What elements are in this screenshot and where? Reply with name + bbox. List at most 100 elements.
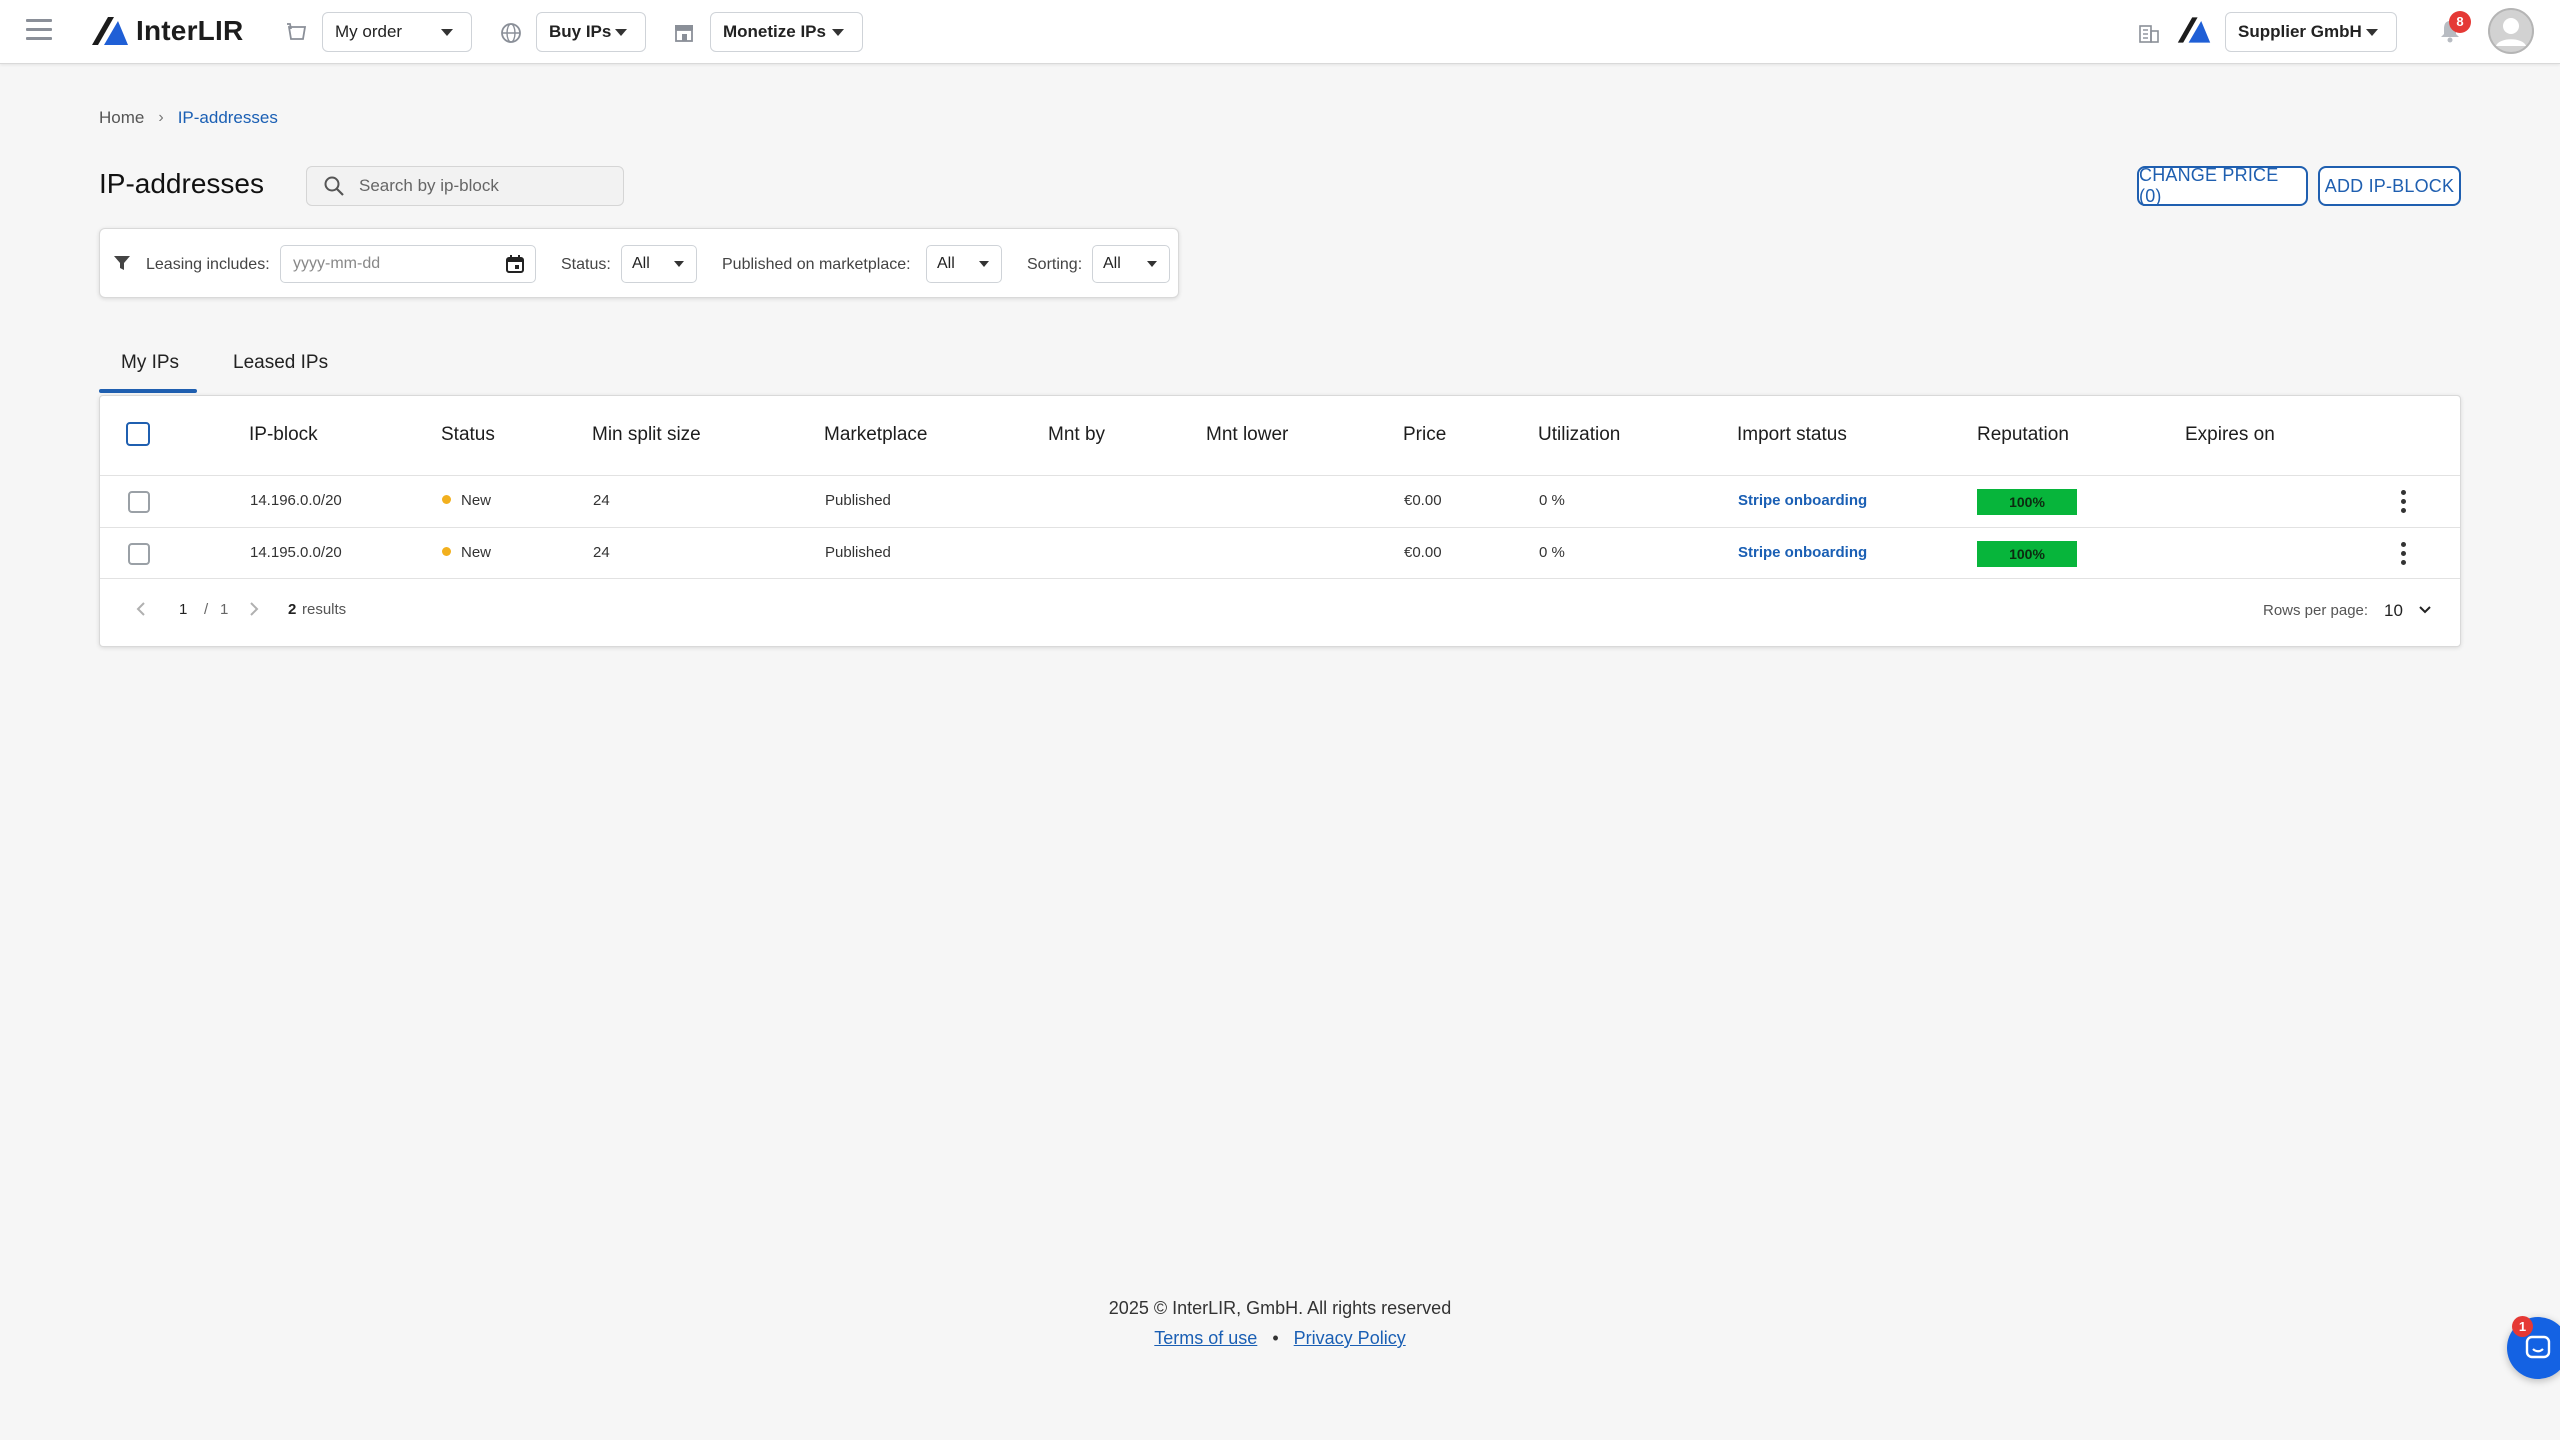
chevron-right-icon[interactable] [247,601,261,617]
cell-status-text: New [461,544,492,561]
chat-badge: 1 [2512,1316,2533,1337]
menu-icon[interactable] [26,19,52,43]
terms-of-use-link[interactable]: Terms of use [1154,1328,1257,1348]
row-checkbox[interactable] [128,543,150,565]
active-tab-indicator [99,389,197,393]
footer-links: Terms of use • Privacy Policy [0,1328,2560,1349]
cell-reputation-bar: 100% [1977,489,2077,515]
column-header-mnt-by[interactable]: Mnt by [1048,424,1105,446]
table-row[interactable]: 14.195.0.0/20 New 24 Published €0.00 0 %… [100,527,2460,579]
monetize-ips-select[interactable]: Monetize IPs [710,12,863,52]
column-header-mnt-lower[interactable]: Mnt lower [1206,424,1288,446]
caret-down-icon [615,28,627,36]
marketplace-filter-value: All [937,255,955,272]
change-price-button[interactable]: CHANGE PRICE (0) [2137,165,2308,206]
leasing-date-input[interactable] [293,255,493,273]
cell-status: New [442,492,491,509]
search-input[interactable] [359,176,609,196]
search-box [306,166,624,206]
notifications-badge: 8 [2449,11,2471,33]
interlir-logo-icon [92,17,128,45]
buy-ips-label: Buy IPs [549,22,612,41]
my-order-label: My order [335,22,403,41]
rows-per-page-select[interactable]: 10 [2382,595,2438,625]
cart-icon [287,23,307,40]
brand-logo[interactable]: InterLIR [90,14,243,48]
cell-marketplace: Published [825,492,891,509]
table-row[interactable]: 14.196.0.0/20 New 24 Published €0.00 0 %… [100,475,2460,527]
cell-utilization: 0 % [1539,492,1565,509]
sorting-filter-label: Sorting: [1027,256,1083,273]
company-logo-icon [2177,17,2211,43]
user-avatar[interactable] [2488,8,2534,54]
breadcrumb-home[interactable]: Home [99,108,144,128]
marketplace-filter-label: Published on marketplace: [722,256,911,273]
cell-import-status-link[interactable]: Stripe onboarding [1738,544,1867,561]
cell-reputation-bar: 100% [1977,541,2077,567]
status-dot-icon [442,547,451,556]
cell-import-status-link[interactable]: Stripe onboarding [1738,492,1867,509]
row-checkbox[interactable] [128,491,150,513]
chevron-down-icon [2419,606,2431,614]
calendar-icon[interactable] [505,254,525,274]
tab-my-ips[interactable]: My IPs [121,352,179,374]
column-header-import-status[interactable]: Import status [1737,424,1847,446]
cell-min-split: 24 [593,492,610,509]
column-header-min-split[interactable]: Min split size [592,424,701,446]
globe-icon [501,23,521,43]
filter-panel: Leasing includes: Status: All Published … [99,228,1179,298]
footer-bullet: • [1272,1328,1279,1348]
status-dot-icon [442,495,451,504]
my-order-select[interactable]: My order [322,12,472,52]
row-more-icon[interactable] [2393,488,2413,516]
page-separator: / [204,601,209,618]
leasing-includes-label: Leasing includes: [146,256,270,273]
column-header-reputation[interactable]: Reputation [1977,424,2069,446]
status-filter-select[interactable]: All [621,245,697,283]
row-more-icon[interactable] [2393,540,2413,568]
caret-down-icon [2366,28,2378,36]
privacy-policy-link[interactable]: Privacy Policy [1294,1328,1406,1348]
column-header-utilization[interactable]: Utilization [1538,424,1620,446]
buy-ips-select[interactable]: Buy IPs [536,12,646,52]
monetize-ips-label: Monetize IPs [723,22,826,41]
sorting-filter-value: All [1103,255,1121,272]
company-label: Supplier GmbH [2238,22,2362,41]
footer-copyright: 2025 © InterLIR, GmbH. All rights reserv… [1108,1298,1452,1318]
caret-down-icon [979,261,989,267]
breadcrumb-current[interactable]: IP-addresses [178,108,278,128]
total-pages: 1 [220,601,229,618]
caret-down-icon [441,28,453,36]
current-page: 1 [179,601,188,618]
cell-status-text: New [461,492,492,509]
leasing-date-field[interactable] [280,245,536,283]
tab-leased-ips[interactable]: Leased IPs [233,352,328,374]
chevron-right-icon: › [158,109,164,126]
pagination-bar: 1 / 1 2 results Rows per page: 10 [100,578,2460,638]
sorting-filter-select[interactable]: All [1092,245,1170,283]
select-all-checkbox[interactable] [126,422,150,446]
status-filter-label: Status: [561,256,611,273]
cell-price: €0.00 [1404,492,1442,509]
chat-icon [2525,1335,2551,1359]
cell-price: €0.00 [1404,544,1442,561]
search-icon [324,176,344,196]
building-icon [2139,25,2159,43]
caret-down-icon [832,28,844,36]
store-icon [675,25,693,42]
column-header-marketplace[interactable]: Marketplace [824,424,928,446]
cell-ip-block: 14.196.0.0/20 [250,492,342,509]
column-header-status[interactable]: Status [441,424,495,446]
column-header-expires-on[interactable]: Expires on [2185,424,2275,446]
rows-per-page-label: Rows per page: [2263,602,2369,619]
column-header-ip-block[interactable]: IP-block [249,424,318,446]
add-ip-block-button[interactable]: ADD IP-BLOCK [2318,166,2461,206]
cell-ip-block: 14.195.0.0/20 [250,544,342,561]
ip-table: IP-block Status Min split size Marketpla… [99,395,2461,647]
marketplace-filter-select[interactable]: All [926,245,1002,283]
column-header-price[interactable]: Price [1403,424,1446,446]
company-select[interactable]: Supplier GmbH [2225,12,2397,52]
cell-marketplace: Published [825,544,891,561]
cell-utilization: 0 % [1539,544,1565,561]
chevron-left-icon[interactable] [134,601,148,617]
